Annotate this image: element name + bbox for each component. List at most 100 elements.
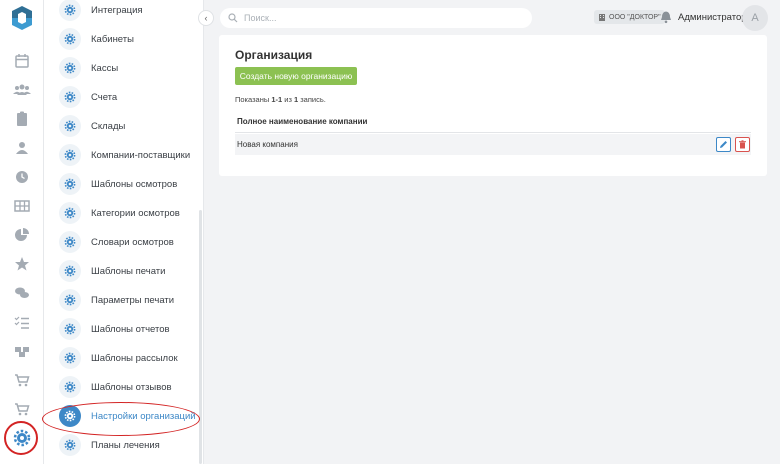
gear-icon-badge	[59, 318, 81, 340]
main-nav-rail	[0, 0, 44, 464]
settings-menu-item-label: Шаблоны осмотров	[91, 178, 178, 190]
gear-icon-badge	[59, 376, 81, 398]
organization-name: ООО "ДОКТОР"	[609, 13, 661, 21]
settings-menu-item[interactable]: Параметры печати	[59, 289, 174, 311]
chevron-left-icon: ‹	[204, 13, 208, 23]
gear-icon	[64, 178, 76, 190]
settings-menu-item-label: Компании-поставщики	[91, 149, 191, 161]
users-group-icon[interactable]	[12, 80, 32, 100]
calendar-icon[interactable]	[12, 51, 32, 71]
settings-menu-item-label: Параметры печати	[91, 294, 175, 306]
delete-button[interactable]	[735, 137, 750, 152]
settings-submenu: Интеграция Кабинеты Кассы Счета Склады Компан…	[44, 0, 204, 464]
bell-icon[interactable]	[659, 10, 673, 24]
organization-badge[interactable]: ООО "ДОКТОР"	[594, 10, 665, 24]
gear-icon	[64, 352, 76, 364]
gear-icon-badge	[59, 231, 81, 253]
settings-menu-item-label: Склады	[91, 120, 126, 132]
gear-icon	[64, 265, 76, 277]
table-icon[interactable]	[12, 196, 32, 216]
search-icon	[228, 13, 238, 23]
search-input[interactable]	[244, 13, 524, 23]
active-item-highlight-ellipse	[42, 402, 200, 436]
avatar[interactable]: A	[742, 5, 768, 31]
table-header-company-name[interactable]: Полное наименование компании	[235, 113, 751, 133]
gear-icon-badge	[59, 202, 81, 224]
settings-menu-item-label: Шаблоны отзывов	[91, 381, 172, 393]
cubes-icon[interactable]	[12, 341, 32, 361]
settings-menu-item[interactable]: Категории осмотров	[59, 202, 180, 224]
settings-menu-item[interactable]: Словари осмотров	[59, 231, 174, 253]
settings-menu-item-label: Счета	[91, 91, 118, 103]
gear-icon	[64, 323, 76, 335]
gear-icon-badge	[59, 28, 81, 50]
gear-icon	[64, 91, 76, 103]
top-bar: ‹ ООО "ДОКТОР" Администратор A	[196, 0, 780, 36]
gear-icon	[64, 62, 76, 74]
user-name[interactable]: Администратор	[678, 12, 747, 23]
clipboard-icon[interactable]	[12, 109, 32, 129]
edit-button[interactable]	[716, 137, 731, 152]
gear-icon-badge	[59, 0, 81, 21]
settings-menu-item-label: Планы лечения	[91, 439, 160, 451]
settings-menu-item-label: Кассы	[91, 62, 119, 74]
gear-icon	[64, 294, 76, 306]
pencil-icon	[720, 141, 727, 148]
gear-icon	[64, 33, 76, 45]
gear-icon-badge	[59, 57, 81, 79]
gear-icon-badge	[59, 86, 81, 108]
shopping-cart-icon[interactable]	[12, 370, 32, 390]
settings-menu-item-label: Кабинеты	[91, 33, 134, 45]
chat-icon[interactable]	[12, 283, 32, 303]
settings-menu-item[interactable]: Шаблоны отчетов	[59, 318, 170, 340]
app-logo-icon[interactable]	[8, 4, 36, 32]
company-name-cell: Новая компания	[237, 140, 298, 149]
settings-menu-item[interactable]: Интеграция	[59, 0, 143, 21]
collapse-sidebar-button[interactable]: ‹	[198, 10, 214, 26]
gear-icon	[64, 381, 76, 393]
gear-icon	[64, 439, 76, 451]
settings-menu-item[interactable]: Кабинеты	[59, 28, 134, 50]
settings-menu-item[interactable]: Кассы	[59, 57, 118, 79]
page-title: Организация	[235, 48, 313, 62]
settings-menu-item[interactable]: Шаблоны печати	[59, 260, 165, 282]
summary-prefix: Показаны	[235, 95, 272, 104]
star-icon[interactable]	[12, 254, 32, 274]
organization-card: Организация Создать новую организацию По…	[219, 35, 767, 176]
settings-menu-item-label: Категории осмотров	[91, 207, 180, 219]
gear-icon	[64, 149, 76, 161]
pie-chart-icon[interactable]	[12, 225, 32, 245]
summary-suffix: запись.	[298, 95, 326, 104]
gear-icon-badge	[59, 260, 81, 282]
submenu-scrollbar[interactable]	[199, 210, 202, 464]
gear-icon	[64, 4, 76, 16]
checklist-icon[interactable]	[12, 312, 32, 332]
records-summary: Показаны 1-1 из 1 запись.	[235, 95, 326, 104]
settings-menu-item[interactable]: Компании-поставщики	[59, 144, 190, 166]
settings-menu-item[interactable]: Склады	[59, 115, 125, 137]
settings-menu-item-label: Шаблоны отчетов	[91, 323, 170, 335]
settings-highlight-circle	[4, 421, 38, 455]
table-row[interactable]: Новая компания	[235, 134, 751, 155]
settings-menu-item[interactable]: Счета	[59, 86, 117, 108]
search-box[interactable]	[220, 8, 532, 28]
settings-menu-item-label: Шаблоны рассылок	[91, 352, 178, 364]
gear-icon	[64, 236, 76, 248]
gear-icon-badge	[59, 434, 81, 456]
gear-icon	[64, 207, 76, 219]
gear-icon-badge	[59, 144, 81, 166]
settings-menu-item[interactable]: Шаблоны рассылок	[59, 347, 178, 369]
gear-icon-badge	[59, 173, 81, 195]
summary-mid: из	[282, 95, 294, 104]
user-icon[interactable]	[12, 138, 32, 158]
settings-menu-item-label: Шаблоны печати	[91, 265, 166, 277]
cart-return-icon[interactable]	[12, 399, 32, 419]
gear-icon	[64, 120, 76, 132]
settings-menu-item[interactable]: Планы лечения	[59, 434, 160, 456]
settings-menu-item[interactable]: Шаблоны осмотров	[59, 173, 177, 195]
building-icon	[599, 14, 605, 21]
trash-icon	[739, 140, 746, 149]
create-organization-button[interactable]: Создать новую организацию	[235, 67, 357, 85]
clock-icon[interactable]	[12, 167, 32, 187]
settings-menu-item[interactable]: Шаблоны отзывов	[59, 376, 172, 398]
